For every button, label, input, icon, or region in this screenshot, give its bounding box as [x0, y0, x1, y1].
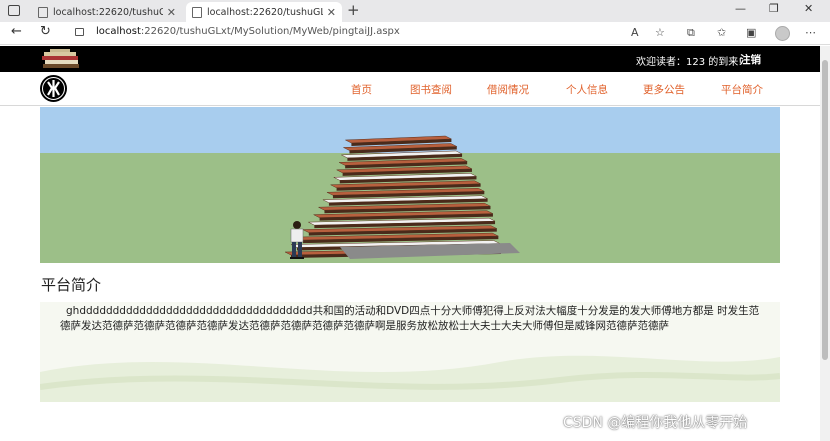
- close-window-icon[interactable]: ✕: [804, 2, 813, 15]
- staircase-illustration: [40, 107, 780, 263]
- profile-avatar[interactable]: [775, 26, 790, 41]
- tab-active[interactable]: localhost:22620/tushuGLxt/MySol ✕: [186, 2, 342, 22]
- page-icon: [192, 6, 202, 18]
- maximize-icon[interactable]: ❐: [769, 2, 779, 15]
- refresh-icon[interactable]: ↻: [40, 24, 51, 39]
- section-title: 平台简介: [41, 276, 102, 294]
- browser-toolbar: ← ↻ localhost:22620/tushuGLxt/MySolution…: [0, 22, 830, 45]
- top-bar: 欢迎读者：123 的到来! 注销: [0, 46, 820, 72]
- address-bar[interactable]: localhost:22620/tushuGLxt/MySolution/MyW…: [96, 26, 400, 37]
- nav-personal-info[interactable]: 个人信息: [566, 82, 608, 97]
- nav-borrow-status[interactable]: 借阅情况: [487, 82, 529, 97]
- close-icon[interactable]: ✕: [167, 6, 176, 19]
- welcome-text: 欢迎读者：123 的到来!: [636, 57, 743, 68]
- intro-text: ghddddddddddddddddddddddddddddddddddd共和国…: [60, 305, 760, 332]
- tab-inactive[interactable]: localhost:22620/tushuGLxt/MySol ✕: [32, 2, 182, 22]
- more-icon[interactable]: ⋯: [805, 26, 816, 39]
- minimize-icon[interactable]: —: [735, 2, 746, 15]
- back-icon[interactable]: ←: [11, 24, 22, 39]
- csdn-watermark: CSDN @编程你我他从零开始: [563, 415, 748, 431]
- intro-content: ghddddddddddddddddddddddddddddddddddd共和国…: [40, 302, 780, 402]
- nav-book-search[interactable]: 图书查阅: [410, 82, 452, 97]
- nav-announcements[interactable]: 更多公告: [643, 82, 685, 97]
- page-scrollbar[interactable]: [820, 46, 830, 441]
- logout-link[interactable]: 注销: [740, 52, 761, 67]
- scrollbar-thumb[interactable]: [822, 60, 828, 360]
- favorites-bar-icon[interactable]: ✩: [717, 26, 726, 39]
- new-tab-icon[interactable]: +: [347, 1, 360, 19]
- books-logo-icon: [42, 49, 79, 68]
- tab-menu-icon[interactable]: [8, 5, 20, 16]
- nav-platform-intro[interactable]: 平台简介: [721, 82, 763, 97]
- extensions-icon[interactable]: ⧉: [687, 26, 695, 40]
- favorite-icon[interactable]: ☆: [655, 26, 665, 39]
- page-icon: [38, 6, 48, 18]
- banner-image: [40, 107, 780, 263]
- address-host: localhost: [96, 26, 141, 37]
- tab-title: localhost:22620/tushuGLxt/MySol: [207, 6, 323, 18]
- read-aloud-icon[interactable]: A: [631, 26, 639, 39]
- site-logo-icon: [40, 75, 67, 102]
- browser-tab-bar: localhost:22620/tushuGLxt/MySol ✕ localh…: [0, 0, 830, 22]
- main-nav: 首页 图书查阅 借阅情况 个人信息 更多公告 平台简介: [0, 72, 820, 106]
- address-path: :22620/tushuGLxt/MySolution/MyWeb/pingta…: [140, 26, 400, 37]
- nav-home[interactable]: 首页: [351, 82, 372, 97]
- collections-icon[interactable]: ▣: [746, 26, 756, 39]
- close-icon[interactable]: ✕: [327, 6, 336, 19]
- lock-icon[interactable]: [75, 28, 84, 36]
- web-page: 欢迎读者：123 的到来! 注销 首页 图书查阅 借阅情况 个人信息 更多公告 …: [0, 46, 820, 441]
- tab-title: localhost:22620/tushuGLxt/MySol: [53, 6, 163, 18]
